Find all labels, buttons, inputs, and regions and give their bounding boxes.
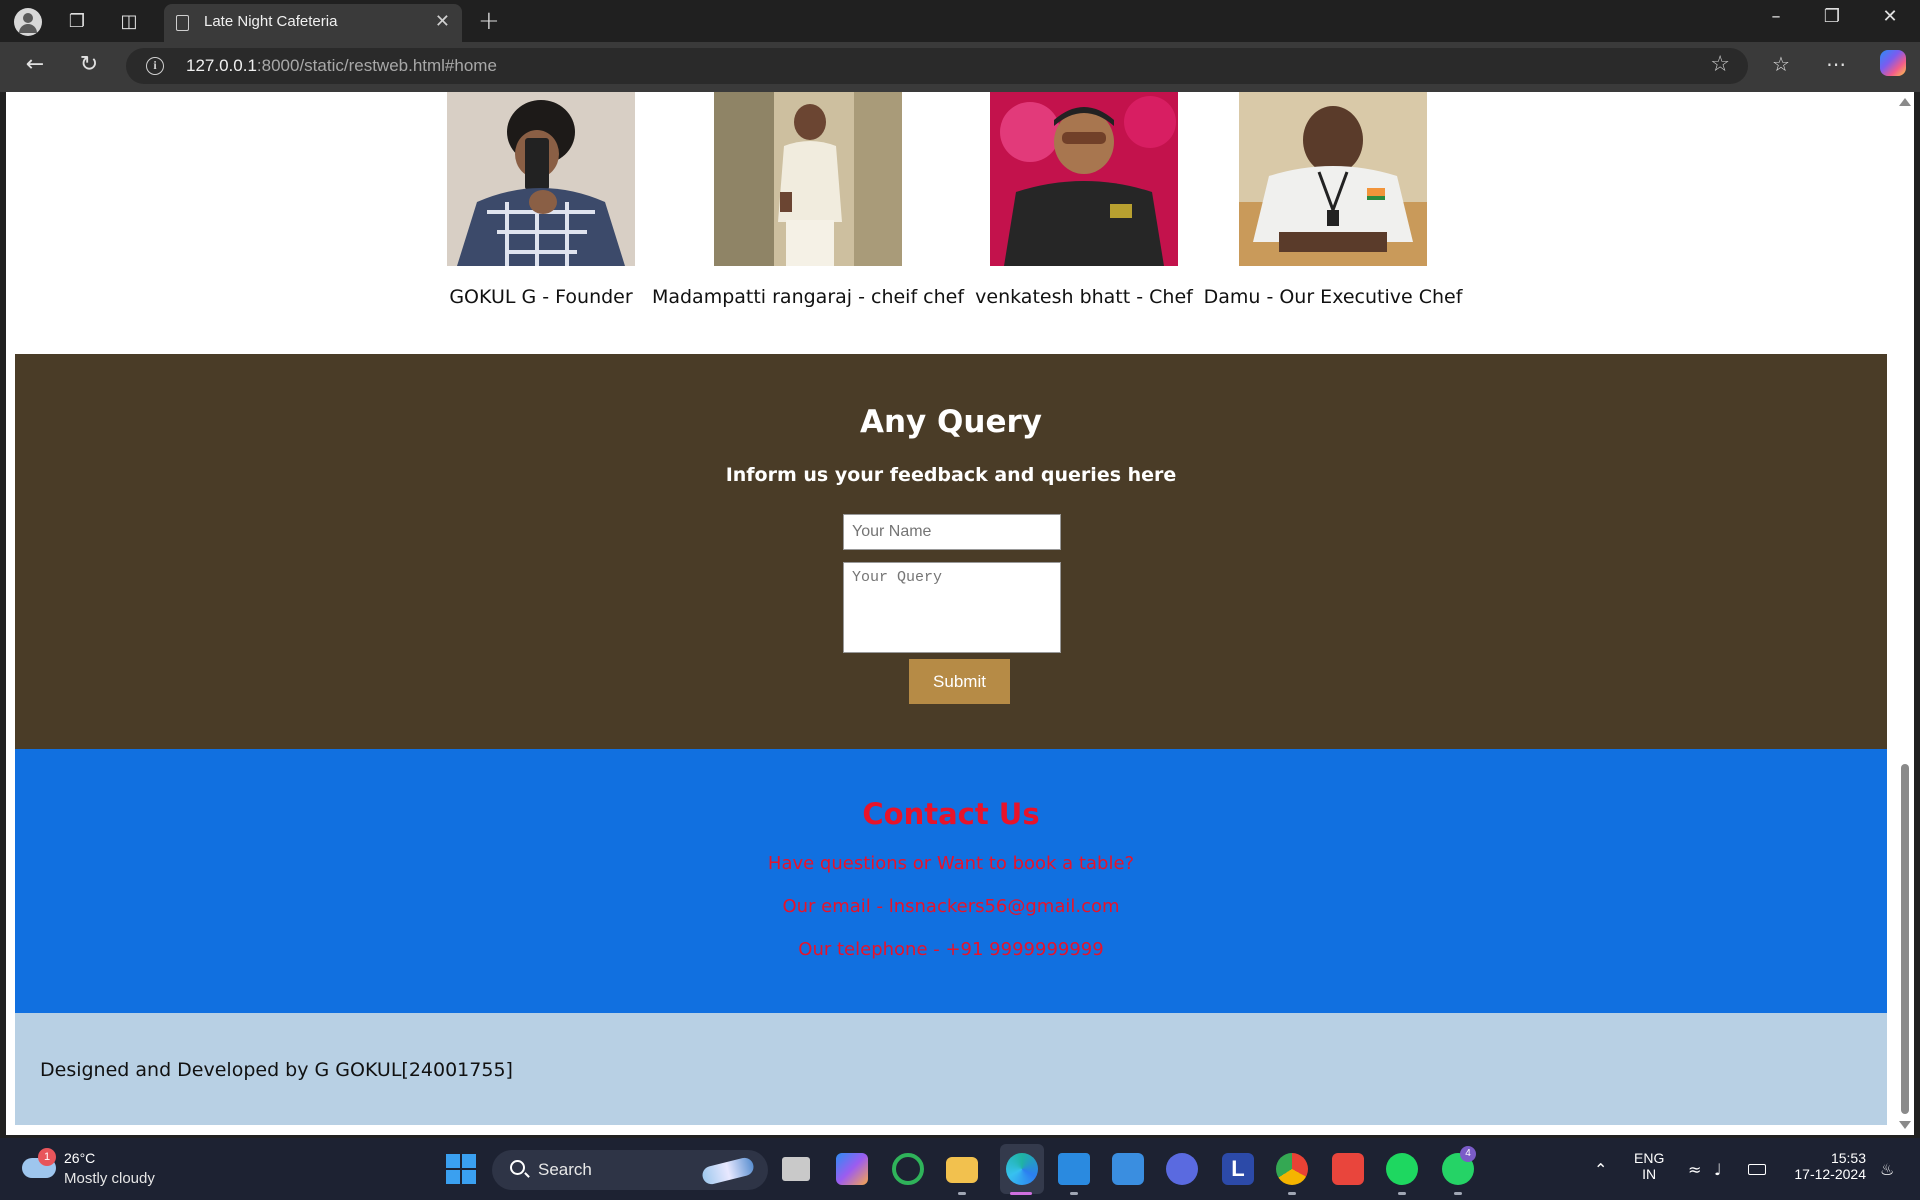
search-highlight-icon [700,1155,756,1187]
vertical-tabs-icon[interactable]: ◫ [116,8,142,34]
page-viewport: GOKUL G - Founder Madampatti rangaraj - … [6,92,1896,1135]
chevron-up-icon[interactable]: ⌃ [1594,1160,1607,1179]
edge-browser-icon[interactable] [1006,1153,1038,1185]
member-photo-rangaraj [714,92,902,266]
arc-app-icon[interactable] [1166,1153,1198,1185]
team-section: GOKUL G - Founder Madampatti rangaraj - … [6,92,1896,352]
taskbar-search[interactable]: Search [492,1150,768,1190]
scroll-down-arrow-icon[interactable] [1899,1121,1911,1129]
clock[interactable]: 15:53 17-12-2024 [1786,1150,1866,1182]
volume-icon[interactable]: ♩ [1714,1160,1722,1179]
contact-heading: Contact Us [862,797,1040,831]
page-scrollbar[interactable] [1896,92,1914,1135]
contact-question: Have questions or Want to book a table? [767,853,1135,874]
member-name: Damu - Our Executive Chef [1203,286,1463,308]
running-indicator [1454,1192,1462,1195]
copilot-icon[interactable] [1880,50,1906,76]
new-tab-icon[interactable]: + [478,6,500,36]
close-window-icon[interactable]: ✕ [1870,6,1910,27]
search-label: Search [538,1160,592,1179]
file-explorer-icon[interactable] [946,1157,978,1183]
more-menu-icon[interactable]: ⋯ [1826,52,1846,76]
member-photo-venkatesh [990,92,1178,266]
page-icon [176,15,189,31]
query-section: Any Query Inform us your feedback and qu… [15,354,1887,749]
wps-office-icon[interactable] [1332,1153,1364,1185]
weather-description[interactable]: Mostly cloudy [64,1170,155,1187]
clock-time: 15:53 [1830,1150,1866,1166]
scroll-up-arrow-icon[interactable] [1899,98,1911,106]
clock-date: 17-12-2024 [1794,1166,1866,1182]
notification-bell-icon[interactable]: ♨ [1880,1160,1894,1179]
member-name: Madampatti rangaraj - cheif chef [651,286,965,308]
l-app-icon[interactable]: L [1222,1153,1254,1185]
region-code: IN [1642,1166,1657,1182]
wifi-icon[interactable]: ≈ [1688,1160,1701,1179]
footer-credit: Designed and Developed by G GOKUL[240017… [40,1059,513,1081]
spotify-icon[interactable] [1386,1153,1418,1185]
tab-late-night-cafeteria[interactable]: Late Night Cafeteria ✕ [164,4,462,42]
scroll-thumb[interactable] [1901,764,1909,1114]
weather-badge: 1 [38,1148,56,1166]
browser-toolbar: ← ↻ i 127.0.0.1:8000/static/restweb.html… [0,42,1920,92]
green-app-icon[interactable] [892,1153,924,1185]
url-text: 127.0.0.1:8000/static/restweb.html#home [186,56,497,75]
contact-section: Contact Us Have questions or Want to boo… [15,749,1887,1013]
contact-telephone: Our telephone - +91 9999999999 [798,939,1104,960]
member-photo-gokul [447,92,635,266]
query-subheading: Inform us your feedback and queries here [725,464,1177,486]
page-footer: Designed and Developed by G GOKUL[240017… [15,1013,1887,1125]
windows-taskbar: 1 26°C Mostly cloudy Search L 4 ⌃ ENG IN… [0,1138,1920,1200]
vscode-icon[interactable] [1058,1153,1090,1185]
whatsapp-badge: 4 [1460,1146,1476,1162]
copilot-app-icon[interactable] [836,1153,868,1185]
member-name: venkatesh bhatt - Chef [975,286,1193,308]
tab-title: Late Night Cafeteria [204,13,338,30]
favorites-icon[interactable]: ☆ [1772,52,1790,76]
member-photo-damu [1239,92,1427,266]
address-bar[interactable]: i 127.0.0.1:8000/static/restweb.html#hom… [126,48,1748,84]
chrome-icon[interactable] [1276,1153,1308,1185]
query-textarea[interactable] [843,562,1061,653]
workspaces-icon[interactable]: ❐ [64,8,90,34]
language-code: ENG [1634,1150,1665,1166]
search-icon [510,1160,525,1175]
close-tab-icon[interactable]: ✕ [435,11,450,32]
favorite-star-icon[interactable]: ☆ [1710,52,1730,77]
site-info-icon[interactable]: i [146,57,164,75]
store-icon[interactable] [1112,1153,1144,1185]
active-indicator [1010,1192,1032,1195]
profile-icon[interactable] [14,8,42,36]
running-indicator [1398,1192,1406,1195]
refresh-icon[interactable]: ↻ [74,52,104,77]
task-view-icon[interactable] [782,1157,810,1181]
name-input[interactable] [843,514,1061,550]
running-indicator [1070,1192,1078,1195]
running-indicator [1288,1192,1296,1195]
back-arrow-icon[interactable]: ← [20,52,50,77]
weather-temperature[interactable]: 26°C [64,1150,95,1166]
member-name: GOKUL G - Founder [449,286,633,308]
submit-button[interactable]: Submit [909,659,1010,704]
running-indicator [958,1192,966,1195]
contact-email: Our email - lnsnackers56@gmail.com [782,896,1120,917]
browser-title-bar: ❐ ◫ Late Night Cafeteria ✕ + – ❐ ✕ [0,0,1920,42]
windows-start-icon[interactable] [446,1154,476,1184]
language-indicator[interactable]: ENG IN [1634,1150,1664,1182]
minimize-icon[interactable]: – [1756,6,1796,27]
restore-icon[interactable]: ❐ [1812,6,1852,27]
query-heading: Any Query [859,404,1042,440]
battery-icon[interactable] [1748,1164,1766,1175]
